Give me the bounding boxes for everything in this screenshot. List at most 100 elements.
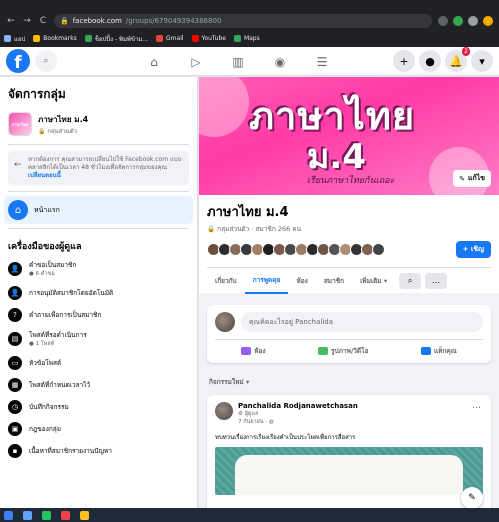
tab-rooms[interactable]: ห้อง	[288, 268, 315, 294]
forward-icon[interactable]: →	[22, 16, 32, 26]
tab-members[interactable]: สมาชิก	[316, 268, 352, 294]
home-icon[interactable]: ⌂	[133, 47, 175, 76]
facebook-logo-icon[interactable]: f	[6, 49, 30, 73]
avatar[interactable]	[372, 242, 385, 256]
more-options-icon[interactable]: …	[472, 401, 481, 411]
search-icon[interactable]: ⌕	[35, 50, 57, 72]
bell-icon[interactable]: 🔔 2	[445, 47, 470, 72]
tab-strip	[0, 0, 499, 12]
feed-post: Panchalida Rodjanawetchasan ⚙ ผู้ดูแล 7 …	[207, 395, 491, 508]
sidebar-item-post-topics[interactable]: ▭ หัวข้อโพสต์	[0, 352, 197, 374]
switch-now-link[interactable]: เปลี่ยนตอนนี้	[28, 172, 183, 180]
star-icon[interactable]	[438, 16, 448, 26]
group-main: ภาษาไทย ม.4 เรียนภาษาไทยกันเถอะ ✎ แก้ไข ภ…	[199, 77, 499, 508]
puzzle-icon[interactable]	[468, 16, 478, 26]
notification-badge: 2	[462, 47, 470, 56]
app-icon[interactable]	[42, 510, 51, 520]
sidebar-item-activity-log[interactable]: ◷ บันทึกกิจกรรม	[0, 396, 197, 418]
cover-photo: ภาษาไทย ม.4 เรียนภาษาไทยกันเถอะ ✎ แก้ไข	[199, 77, 499, 195]
group-card[interactable]: ภาษาไทย ภาษาไทย ม.4 🔒 กลุ่มส่วนตัว	[0, 108, 197, 140]
account-menu-icon[interactable]: ▾	[471, 50, 493, 72]
tag-people-button[interactable]: แท็กคุณ	[420, 346, 457, 356]
edit-cover-button[interactable]: ✎ แก้ไข	[453, 170, 491, 187]
more-options-icon[interactable]: …	[425, 272, 448, 289]
divider	[8, 191, 189, 192]
profile-icon[interactable]	[483, 16, 493, 26]
apps-icon	[4, 35, 11, 42]
sidebar-item-scheduled-posts[interactable]: ▦ โพสต์ที่กำหนดเวลาไว้	[0, 374, 197, 396]
group-meta: 🔒 กลุ่มส่วนตัว · สมาชิก 266 คน	[207, 225, 302, 233]
tab-discussion[interactable]: การพูดคุย	[244, 268, 289, 294]
person-icon: 👤	[8, 262, 22, 276]
group-title: ภาษาไทย ม.4	[207, 205, 289, 220]
app-icon[interactable]	[61, 510, 70, 520]
address-bar[interactable]: 🔒 facebook.com/groups/679049394386800	[54, 14, 432, 28]
bookmark-item[interactable]: Gmail	[156, 35, 184, 42]
url-path: /groups/679049394386800	[125, 17, 222, 25]
edge-icon[interactable]	[23, 510, 32, 520]
start-icon[interactable]	[4, 510, 13, 520]
photo-video-button[interactable]: รูปภาพ/วิดีโอ	[318, 346, 369, 356]
reload-icon[interactable]: C	[38, 16, 48, 26]
group-thumbnail: ภาษาไทย	[8, 112, 32, 136]
sidebar-item-membership-questions[interactable]: ? คำถามเพื่อการเป็นสมาชิก	[0, 304, 197, 326]
bookmark-item[interactable]: ช็อปปิ้ง - พิมพ์ข้าม...	[84, 34, 148, 44]
group-header: ภาษาไทย ม.4 🔒 กลุ่มส่วนตัว · สมาชิก 266 …	[199, 195, 499, 294]
video-room-icon	[241, 347, 252, 355]
rules-icon: ▣	[8, 422, 22, 436]
post-composer: คุณคิดอะไรอยู่ Panchalida ห้อง รูปภาพ/วิ…	[207, 305, 491, 363]
bookmark-item[interactable]: แอป	[4, 34, 25, 44]
pencil-icon: ✎	[459, 174, 465, 183]
pending-posts-icon: ▤	[8, 332, 22, 346]
topic-icon: ▭	[8, 356, 22, 370]
sidebar-item-home[interactable]: ⌂ หน้าแรก	[4, 196, 193, 224]
bookmark-item[interactable]: YouTube	[191, 35, 226, 42]
sidebar-item-pending-posts[interactable]: ▤ โพสต์ที่รอดำเนินการ ● 1 โพสต์	[0, 326, 197, 352]
group-tabs: เกี่ยวกับ การพูดคุย ห้อง สมาชิก เพิ่มเติ…	[207, 267, 491, 294]
extension-icon[interactable]	[453, 16, 463, 26]
post-image[interactable]	[215, 447, 483, 495]
bookmarks-bar: แอป Bookmarks ช็อปปิ้ง - พิมพ์ข้าม... Gm…	[0, 30, 499, 47]
post-time[interactable]: 7 กันยายน · ◍	[238, 418, 358, 426]
home-icon: ⌂	[8, 200, 28, 220]
watch-icon[interactable]: ▷	[175, 47, 217, 76]
search-icon[interactable]: ⌕	[399, 272, 422, 289]
sidebar-item-member-requests[interactable]: 👤 คำขอเป็นสมาชิก ● 6 คำขอ	[0, 256, 197, 282]
avatar[interactable]	[215, 312, 235, 332]
tab-more[interactable]: เพิ่มเติม ▾	[352, 268, 395, 294]
arrow-left-icon: ←	[14, 160, 22, 170]
main-nav: ⌂ ▷ ▥ ◉ ☰	[133, 47, 343, 76]
post-author[interactable]: Panchalida Rodjanawetchasan	[238, 402, 358, 410]
messenger-icon[interactable]: ●	[419, 50, 441, 72]
composer-input[interactable]: คุณคิดอะไรอยู่ Panchalida	[241, 312, 483, 332]
groups-icon[interactable]: ◉	[259, 47, 301, 76]
back-icon[interactable]: ←	[6, 16, 16, 26]
sidebar-item-label: หน้าแรก	[34, 205, 60, 214]
manage-group-sidebar: จัดการกลุ่ม ภาษาไทย ภาษาไทย ม.4 🔒 กลุ่มส…	[0, 77, 198, 508]
header-actions: + ● 🔔 2 ▾	[393, 47, 493, 72]
composer-actions: ห้อง รูปภาพ/วิดีโอ แท็กคุณ	[215, 339, 483, 356]
sidebar-item-group-rules[interactable]: ▣ กฎของกลุ่ม	[0, 418, 197, 440]
chrome-icon[interactable]	[80, 510, 89, 520]
extensions	[438, 16, 493, 26]
flag-icon: ▪	[8, 444, 22, 458]
marketplace-icon[interactable]: ▥	[217, 47, 259, 76]
sidebar-item-reported-content[interactable]: ▪ เนื้อหาที่สมาชิกรายงานปัญหา	[0, 440, 197, 462]
bookmark-item[interactable]: Bookmarks	[33, 35, 77, 42]
group-privacy: 🔒 กลุ่มส่วนตัว	[38, 127, 78, 135]
tab-about[interactable]: เกี่ยวกับ	[207, 268, 245, 294]
avatar[interactable]	[215, 402, 233, 420]
sidebar-item-auto-approve[interactable]: 👤 การอนุมัติสมาชิกโดยอัตโนมัติ	[0, 282, 197, 304]
menu-icon[interactable]: ☰	[301, 47, 343, 76]
room-button[interactable]: ห้อง	[241, 346, 266, 356]
activity-sort[interactable]: กิจกรรมใหม่ ▾	[199, 363, 499, 391]
new-message-icon[interactable]: ✎	[461, 487, 483, 508]
lock-icon: 🔒	[60, 17, 69, 25]
tag-person-icon	[420, 347, 431, 355]
create-icon[interactable]: +	[393, 50, 415, 72]
invite-button[interactable]: + เชิญ	[455, 240, 491, 258]
star-icon	[33, 35, 41, 42]
photo-icon	[318, 347, 329, 355]
bookmark-item[interactable]: Maps	[233, 35, 260, 42]
bookmark-icon	[84, 35, 92, 42]
